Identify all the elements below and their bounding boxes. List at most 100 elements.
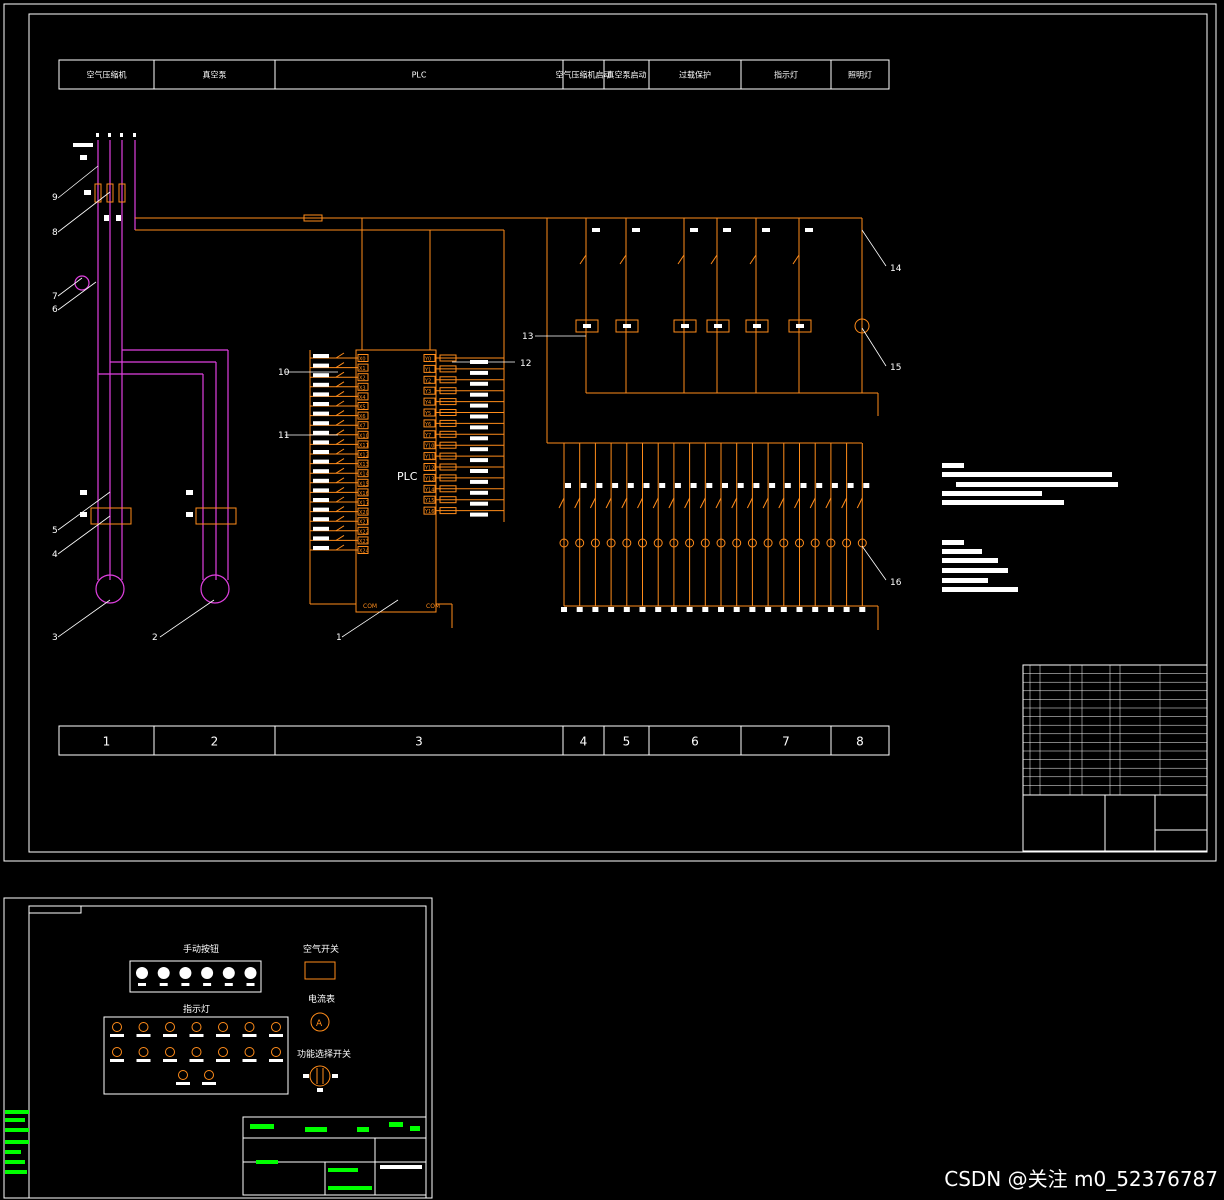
callout-7: 7 [52, 292, 58, 302]
plc-output-0: Y0 [424, 357, 431, 363]
plc-input-15: X17 [359, 501, 369, 507]
plc-input-13: X15 [359, 481, 369, 487]
plc-output-4: Y4 [424, 400, 431, 406]
plc-input-2: X2 [359, 376, 366, 382]
plc-output-14: Y16 [424, 509, 434, 515]
plc-output-6: Y6 [424, 422, 431, 428]
motor-2-icon [200, 574, 230, 604]
notes-block [942, 463, 1118, 592]
plc-output-5: Y5 [424, 411, 431, 417]
plc-input-11: X13 [359, 462, 369, 468]
plc-input-terminals: X0 X1 X2 X3 X4 X5 X6 X7 X10 X11 X12 X13 X14 X15 X16 X17… [310, 352, 369, 555]
footer-cell-7: 8 [856, 735, 864, 749]
air-switch-label: 空气开关 [303, 943, 339, 955]
plc-output-13: Y15 [424, 498, 434, 504]
air-switch-icon [304, 961, 336, 980]
plc-output-3: Y3 [424, 389, 431, 395]
title-block-main [1022, 664, 1208, 852]
thermal-relay-1 [90, 507, 132, 525]
callout-8: 8 [52, 228, 58, 238]
plc-output-7: Y7 [424, 433, 431, 439]
callout-4: 4 [52, 550, 58, 560]
panel-side-tab [5, 1110, 29, 1174]
callout-12: 12 [520, 359, 531, 369]
plc-input-19: X23 [359, 539, 369, 545]
plc-output-11: Y13 [424, 476, 434, 482]
header-table: 空气压缩机 真空泵 PLC 空气压缩机启动真空泵启动 过载保护 指示灯 照明灯 [58, 59, 890, 90]
indicators-label: 指示灯 [183, 1003, 210, 1015]
plc-output-12: Y14 [424, 487, 434, 493]
plc-output-1: Y1 [424, 367, 431, 373]
plc-input-4: X4 [359, 395, 366, 401]
outer-frame [3, 3, 1217, 862]
manual-buttons [136, 967, 257, 986]
ammeter-label: 电流表 [308, 993, 335, 1005]
plc-input-17: X21 [359, 520, 369, 526]
plc-input-14: X16 [359, 491, 369, 497]
footer-cell-1: 2 [211, 735, 219, 749]
plc-input-6: X6 [359, 414, 366, 420]
selector-switch-label: 功能选择开关 [297, 1048, 351, 1060]
plc-output-8: Y10 [424, 444, 434, 450]
plc-input-20: X24 [359, 549, 369, 555]
manual-buttons-label: 手动按钮 [183, 943, 219, 955]
plc-input-5: X5 [359, 405, 366, 411]
watermark: CSDN @关注 m0_52376787 [944, 1167, 1218, 1191]
callout-9: 9 [52, 193, 58, 203]
plc-input-9: X11 [359, 443, 369, 449]
plc-output-10: Y12 [424, 466, 434, 472]
selector-switch-icon [309, 1065, 331, 1087]
footer-cell-3: 4 [580, 735, 588, 749]
plc-input-0: X0 [359, 357, 366, 363]
header-cell-5: 过载保护 [679, 70, 711, 80]
header-cell-6: 指示灯 [774, 70, 798, 80]
panel-lamps [110, 1022, 283, 1085]
lamp-row [558, 443, 870, 612]
callout-13: 13 [522, 332, 533, 342]
callout-5: 5 [52, 526, 58, 536]
plc-body-label: PLC [397, 470, 418, 483]
title-block-panel [242, 1116, 427, 1196]
plc-com-left: COM [363, 603, 377, 610]
plc-input-3: X3 [359, 385, 366, 391]
callout-11: 11 [278, 431, 289, 441]
plc-input-18: X22 [359, 529, 369, 535]
callout-2: 2 [152, 633, 158, 643]
plc-com-right: COM [426, 603, 440, 610]
panel-outer-frame [3, 897, 433, 1199]
manual-buttons-box [129, 960, 262, 993]
footer-table: 1 2 3 4 5 6 7 8 [58, 725, 890, 756]
plc-output-2: Y2 [424, 378, 431, 384]
control-bus [135, 217, 879, 630]
header-cell-3: 空气压缩机启动 [556, 70, 612, 80]
callout-16: 16 [890, 578, 902, 588]
plc-input-16: X20 [359, 510, 369, 516]
callout-1: 1 [336, 633, 342, 643]
coil-row [575, 218, 870, 393]
header-cell-4: 真空泵启动 [607, 70, 647, 80]
footer-cell-6: 7 [782, 735, 790, 749]
footer-cell-2: 3 [415, 735, 423, 749]
header-cell-0: 空气压缩机 [87, 70, 127, 80]
plc-input-8: X10 [359, 433, 369, 439]
header-cell-7: 照明灯 [848, 70, 872, 80]
indicator-box [103, 1016, 289, 1095]
callout-6: 6 [52, 305, 58, 315]
plc-output-9: Y11 [424, 455, 434, 461]
plc-input-12: X14 [359, 472, 369, 478]
footer-cell-5: 6 [691, 735, 699, 749]
plc-input-7: X7 [359, 424, 366, 430]
callout-3: 3 [52, 633, 58, 643]
callout-10: 10 [278, 368, 290, 378]
panel-tag [28, 905, 82, 914]
schematic-canvas: 空气压缩机 真空泵 PLC 空气压缩机启动真空泵启动 过载保护 指示灯 照明灯 123456… [3, 3, 1217, 1199]
callout-15: 15 [890, 363, 901, 373]
plc-input-1: X1 [359, 366, 366, 372]
header-cell-2: PLC [412, 71, 427, 80]
power-labels [73, 133, 193, 517]
ammeter-symbol: A [316, 1019, 323, 1029]
header-cell-1: 真空泵 [203, 70, 227, 80]
footer-cell-4: 5 [623, 735, 631, 749]
footer-cell-0: 1 [103, 735, 111, 749]
plc-input-10: X12 [359, 453, 369, 459]
